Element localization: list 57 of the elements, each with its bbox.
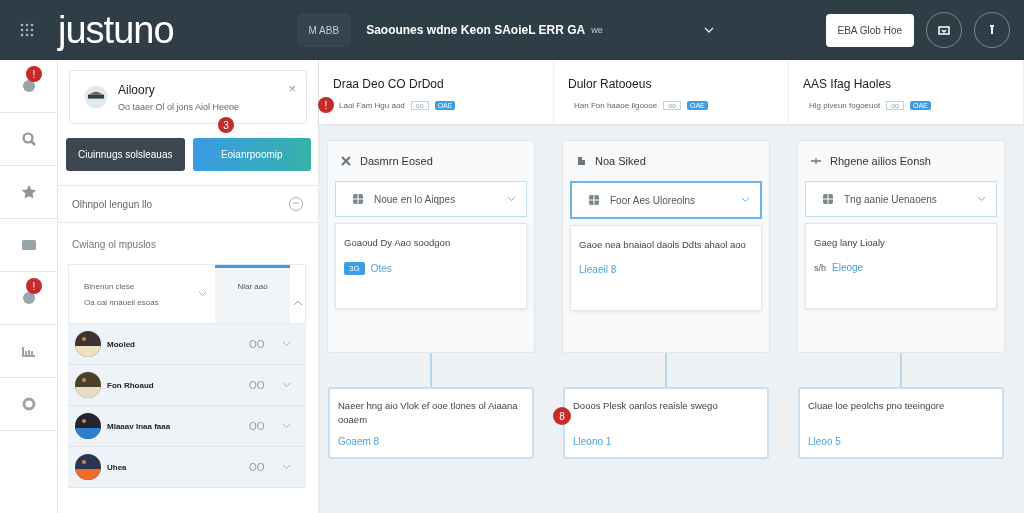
grid-icon [588,194,600,206]
select-field[interactable]: Noue en lo Aiqpes [335,181,527,217]
step-text: Dooos Plesk oanlos reaisle swego [573,399,719,413]
alert-badge: ! [26,278,42,294]
step-text: Gaoe nea bnaiaol daols Ddts ahaol aoo [579,238,747,252]
chat-icon[interactable] [20,78,37,94]
block-icon [575,155,587,167]
stage-card: Rhgene ailios Eonsh Tng aanie Uenaoens Gaeg lany Lioaly s/h Eleoge [797,140,1005,353]
step-text: Gaeg lany Lioaly [814,236,886,250]
select-field[interactable]: Tng aanie Uenaoens [805,181,997,217]
plus-icon [810,155,822,167]
stage-card: Dasmrn Eosed Noue en lo Aiqpes Goaoud Dy Aao soodgon 3G Otes [327,140,535,353]
stage-card: Noa Siked Foor Aes Uloreolns Gaoe nea bnaiaol daols Ddts ahaol aoo Lleaeil 8 [562,140,770,353]
star-icon[interactable] [20,184,37,200]
table-row[interactable]: Mlaaav Inaa faaa OO [68,406,306,447]
title-dropdown[interactable]: Saoounes wdne Keon SAoieL ERR GA we [366,23,715,37]
chevron-icon[interactable] [282,382,291,388]
chevron-icon[interactable] [282,341,291,347]
chevron-icon[interactable] [282,423,291,429]
table-row[interactable]: Fon Rhoaud OO [68,365,306,406]
chevron-icon[interactable] [282,464,291,470]
alert-badge: ! [318,97,334,113]
search-icon[interactable] [20,131,37,147]
caret-icon [704,27,715,33]
header-button[interactable]: EBA Glob Hoe [825,13,914,47]
action-button[interactable]: Ciuinnugs solsleauas [66,138,185,171]
card-subtitle: Oo taaer Ol ol jons Aiol Heene [118,101,241,112]
count-tag: 3G [344,262,365,276]
column-header[interactable]: Nlar aao [215,265,290,323]
step-text: Naeer hng aio Vlok ef ooe tlones ol Aiaana ooaem [338,399,519,428]
chevron-icon [507,196,516,202]
logo[interactable]: justuno [58,8,174,52]
table-row[interactable]: Mooled OO [68,324,306,365]
chevron-icon [977,196,986,202]
chevron-icon [741,197,750,203]
card-title: Ailoory [118,82,156,97]
ring-icon[interactable] [20,396,37,412]
alert-badge: ! [26,66,42,82]
select-field[interactable]: Foor Aes Uloreolns [570,181,762,219]
chevron-icon [198,291,207,297]
section-label: Cwiang ol mpuslos [71,238,157,252]
grid-icon [822,193,834,205]
card-icon[interactable] [20,237,37,253]
cross-icon [340,155,352,167]
apps-icon[interactable] [20,23,34,37]
step-prefix: s/h [814,262,826,273]
workspace-chip[interactable]: M ABB [297,13,351,47]
filter-dropdown[interactable]: Blnenun clese Oa cai nnaueil esoas [69,265,215,323]
history-icon [288,196,304,212]
step-text: Cluae loe peolchs pno teeingore [808,399,946,413]
alert-badge: 8 [553,407,571,425]
grid-icon [352,193,364,205]
step-text: Goaoud Dy Aao soodgon [344,236,452,250]
section-row[interactable]: Olhnpol lengun llo [58,185,318,223]
chat-icon[interactable] [20,290,37,306]
alert-badge: 3 [218,117,234,133]
table-row[interactable]: Uhea OO [68,447,306,488]
